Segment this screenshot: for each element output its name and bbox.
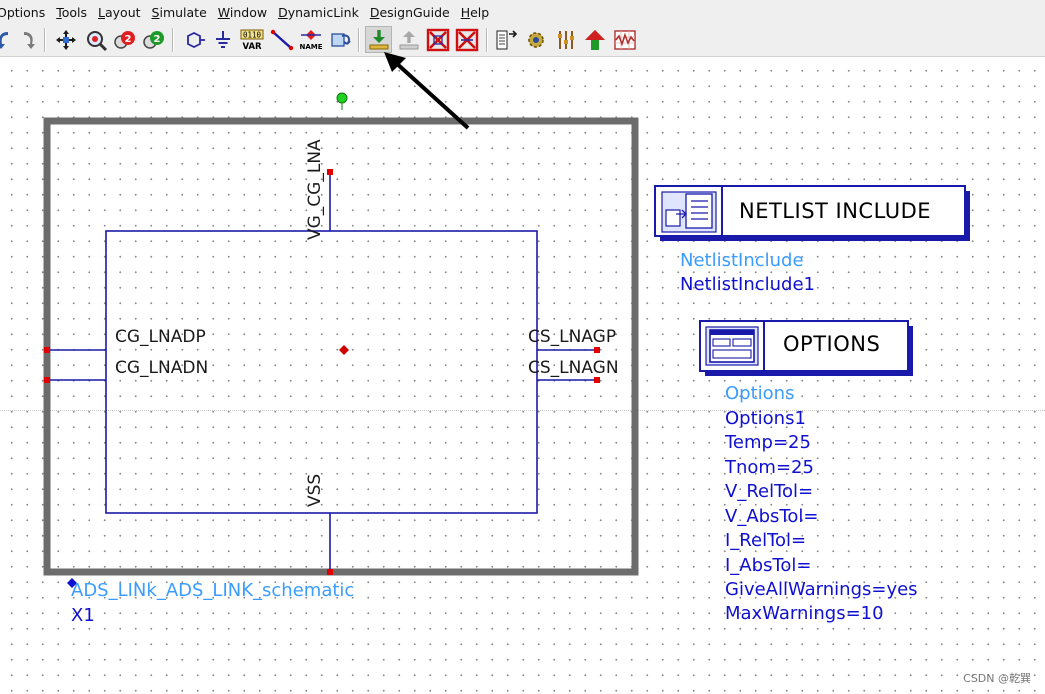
netlist-include-instance-label[interactable]: NetlistInclude1 [680,274,815,295]
netlist-include-icon [661,191,717,233]
pin-marker-left-bottom[interactable] [44,377,50,383]
component-origin-marker[interactable] [339,345,349,355]
watermark: CSDN @乾巽 [963,672,1031,685]
options-param-maxwarnings[interactable]: MaxWarnings=10 [725,603,884,624]
options-param-i-abstol[interactable]: I_AbsTol= [725,555,811,576]
pin-marker-bottom[interactable] [327,569,333,575]
options-param-temp[interactable]: Temp=25 [725,432,811,453]
pin-marker-top[interactable] [327,169,333,175]
options-window-icon [705,326,759,366]
options-param-giveallwarnings[interactable]: GiveAllWarnings=yes [725,579,918,600]
pin-marker-right-top[interactable] [594,347,600,353]
instance-id-label[interactable]: X1 [71,605,95,626]
netlist-include-type-label[interactable]: NetlistInclude [680,250,804,271]
options-title: OPTIONS [783,332,881,356]
instance-name-label[interactable]: ADS_LINk_ADS_LINK_schematic [71,580,354,601]
pin-label-right-bottom: CS_LNAGN [528,358,619,378]
pin-label-top: VG_CG_LNA [305,139,325,240]
options-param-v-abstol[interactable]: V_AbsTol= [725,506,818,527]
options-instance-label[interactable]: Options1 [725,408,806,429]
symbol-anchor-dot[interactable] [336,92,348,104]
options-param-tnom[interactable]: Tnom=25 [725,457,814,478]
options-param-v-reltol[interactable]: V_RelTol= [725,481,813,502]
pin-label-left-bottom: CG_LNADN [115,358,209,378]
pin-marker-left-top[interactable] [44,347,50,353]
options-param-i-reltol[interactable]: I_RelTol= [725,530,806,551]
pin-label-right-top: CS_LNAGP [528,327,617,347]
netlist-include-title: NETLIST INCLUDE [739,199,932,223]
options-type-label[interactable]: Options [725,383,794,404]
pin-label-left-top: CG_LNADP [115,327,206,347]
pin-label-bottom: VSS [305,473,325,507]
